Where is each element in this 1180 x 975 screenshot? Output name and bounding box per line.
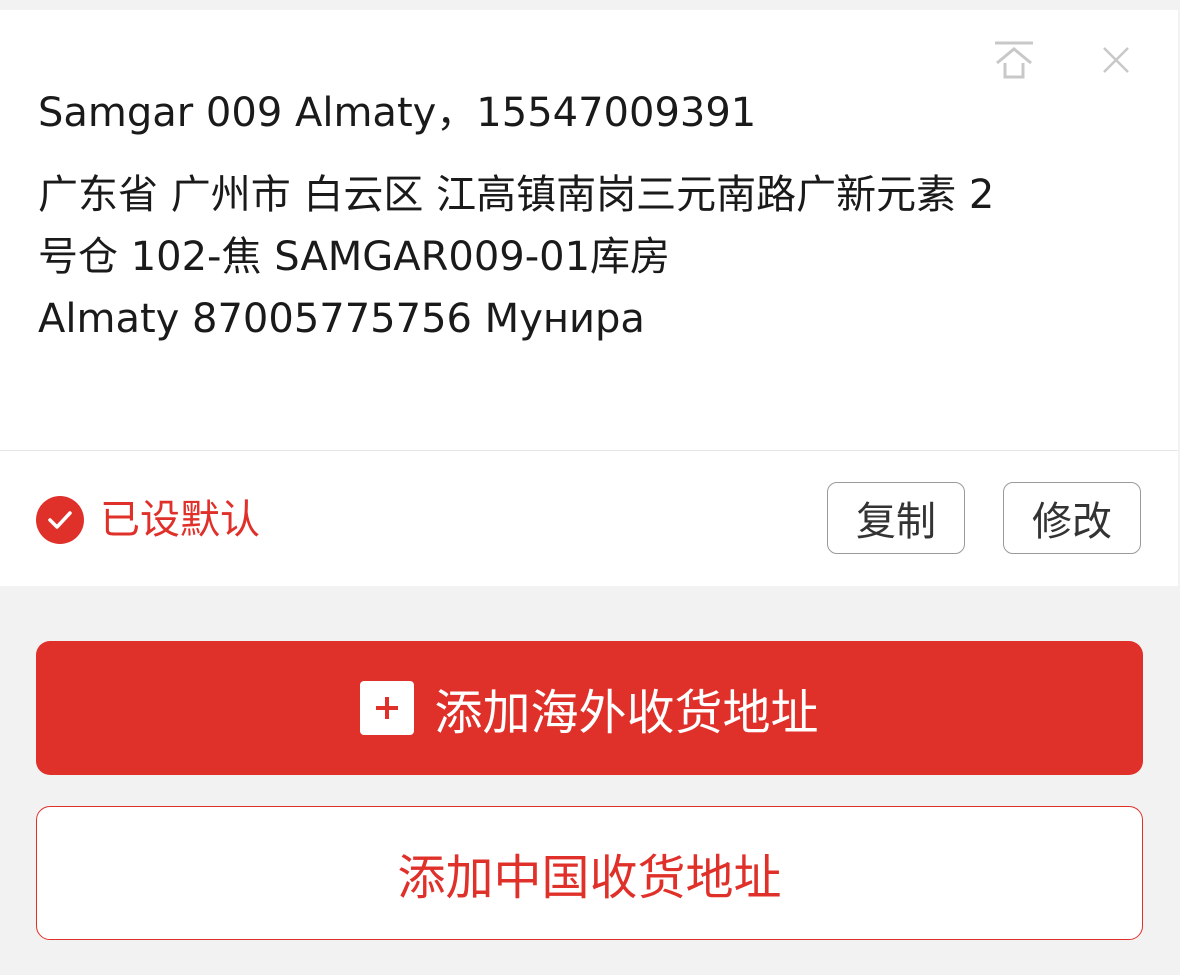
pin-top-icon[interactable]: [992, 38, 1036, 82]
check-circle-icon: [36, 496, 84, 544]
add-overseas-address-button[interactable]: 添加海外收货地址: [36, 641, 1143, 775]
card-top-actions: [992, 38, 1138, 82]
address-card: Samgar 009 Almaty，15547009391 广东省 广州市 白云…: [0, 10, 1180, 586]
edit-button[interactable]: 修改: [1003, 482, 1141, 554]
address-page: Samgar 009 Almaty，15547009391 广东省 广州市 白云…: [0, 0, 1180, 975]
default-address-toggle[interactable]: 已设默认: [36, 496, 260, 544]
address-line-3: Almaty 87005775756 Мунира: [38, 296, 645, 342]
address-block: Samgar 009 Almaty，15547009391 广东省 广州市 白云…: [38, 82, 1128, 350]
address-line-1: 广东省 广州市 白云区 江高镇南岗三元南路广新元素 2: [38, 172, 995, 218]
add-overseas-address-label: 添加海外收货地址: [434, 685, 819, 741]
add-china-address-label: 添加中国收货地址: [397, 850, 782, 906]
default-label: 已设默认: [100, 497, 260, 543]
plus-icon: [360, 681, 415, 735]
address-detail: 广东省 广州市 白云区 江高镇南岗三元南路广新元素 2 号仓 102-焦 SAM…: [38, 164, 1128, 350]
add-china-address-button[interactable]: 添加中国收货地址: [36, 806, 1143, 940]
close-icon[interactable]: [1094, 38, 1138, 82]
copy-button[interactable]: 复制: [827, 482, 965, 554]
card-divider: [0, 450, 1178, 451]
recipient-name-phone: Samgar 009 Almaty，15547009391: [38, 90, 757, 136]
address-line-2: 号仓 102-焦 SAMGAR009-01库房: [38, 234, 671, 280]
